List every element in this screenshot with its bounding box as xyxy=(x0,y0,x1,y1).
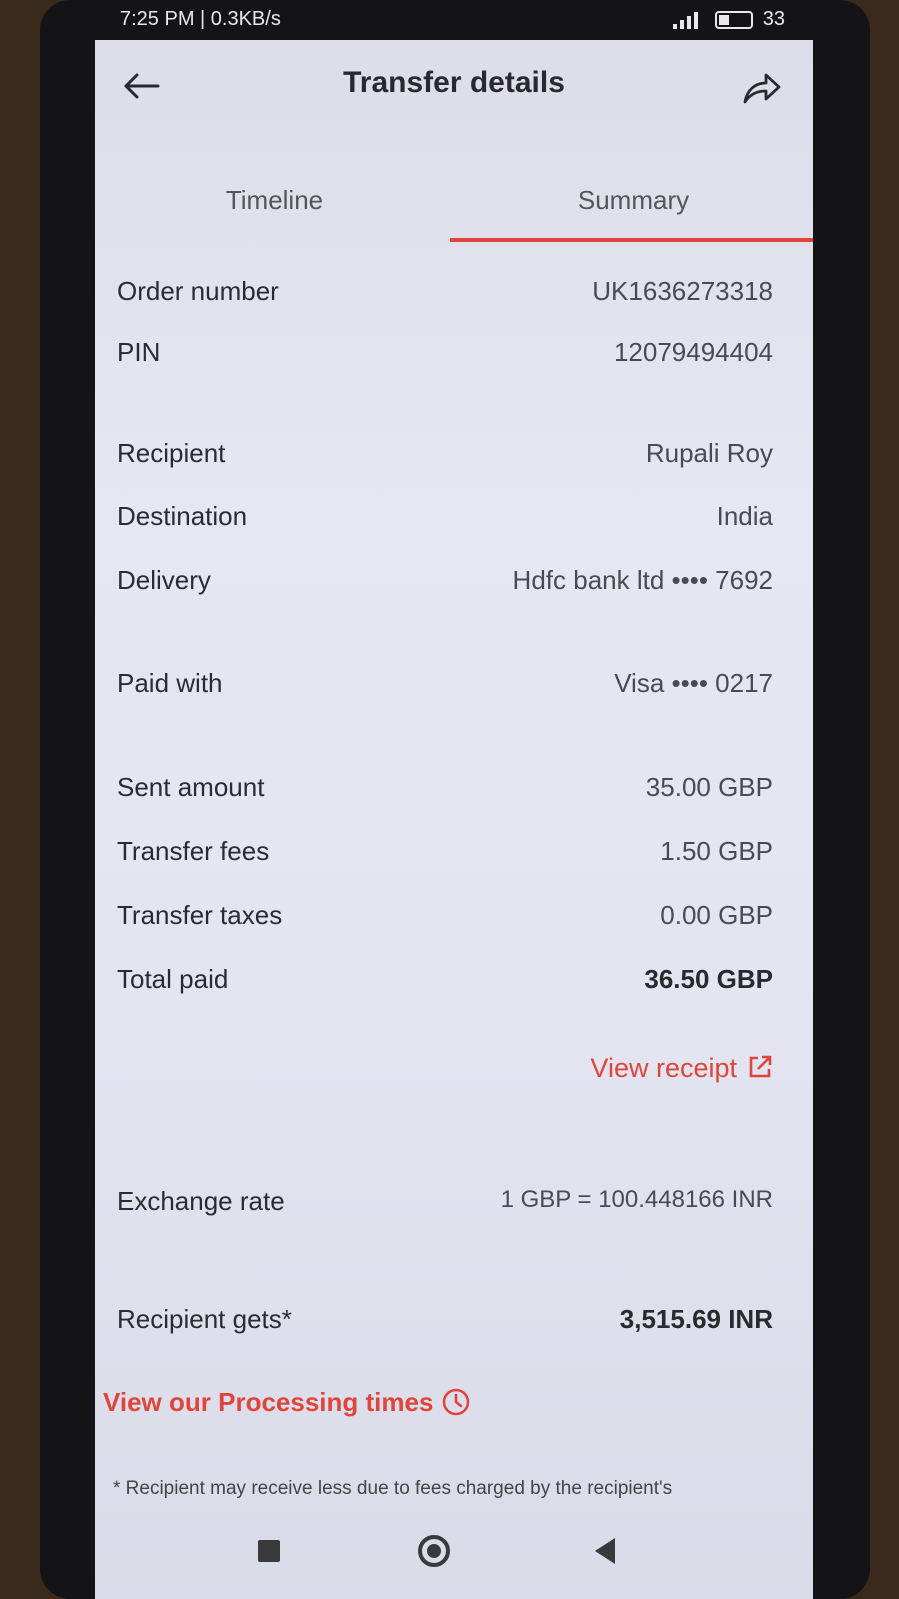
tab-timeline[interactable]: Timeline xyxy=(95,185,454,240)
paid-with-label: Paid with xyxy=(117,668,223,698)
back-triangle-icon[interactable] xyxy=(595,1538,615,1564)
status-bar: 7:25 PM | 0.3KB/s 33 xyxy=(95,0,815,40)
total-paid-label: Total paid xyxy=(117,964,229,994)
exchange-rate-label: Exchange rate xyxy=(117,1186,285,1216)
transfer-fees-label: Transfer fees xyxy=(117,836,270,866)
system-nav-bar xyxy=(95,1518,813,1599)
view-receipt-label: View receipt xyxy=(590,1053,737,1083)
row-exchange-rate: Exchange rate 1 GBP = 100.448166 INR xyxy=(117,1186,773,1226)
row-recipient-gets: Recipient gets* 3,515.69 INR xyxy=(117,1304,773,1344)
delivery-value: Hdfc bank ltd •••• 7692 xyxy=(512,565,773,595)
view-receipt-link[interactable]: View receipt xyxy=(590,1053,773,1084)
tab-summary[interactable]: Summary xyxy=(454,185,813,240)
pin-label: PIN xyxy=(117,337,161,367)
active-tab-indicator xyxy=(450,238,813,242)
total-paid-value: 36.50 GBP xyxy=(644,964,773,994)
page-title: Transfer details xyxy=(343,66,565,99)
battery-icon xyxy=(714,10,753,29)
recents-square-icon[interactable] xyxy=(258,1540,280,1562)
destination-label: Destination xyxy=(117,501,248,531)
transfer-taxes-value: 0.00 GBP xyxy=(660,900,773,930)
signal-icon xyxy=(672,11,698,29)
battery-level: 33 xyxy=(762,8,785,30)
recipient-footnote: * Recipient may receive less due to fees… xyxy=(113,1478,673,1499)
row-transfer-fees: Transfer fees 1.50 GBP xyxy=(117,836,773,876)
destination-value: India xyxy=(716,501,773,531)
recipient-label: Recipient xyxy=(117,438,226,468)
status-left-text: 7:25 PM | 0.3KB/s xyxy=(120,8,281,30)
row-pin: PIN 12079494404 xyxy=(117,337,773,377)
home-circle-icon[interactable] xyxy=(418,1535,450,1567)
clock-icon xyxy=(443,1388,470,1416)
row-destination: Destination India xyxy=(117,501,773,541)
tab-bar: Timeline Summary xyxy=(95,175,813,245)
delivery-label: Delivery xyxy=(117,565,211,595)
paid-with-value: Visa •••• 0217 xyxy=(614,668,773,698)
processing-times-label: View our Processing times xyxy=(103,1387,434,1417)
row-sent-amount: Sent amount 35.00 GBP xyxy=(117,772,773,812)
screen: Transfer details Timeline Summary Order … xyxy=(95,40,813,1599)
row-paid-with: Paid with Visa •••• 0217 xyxy=(117,668,773,708)
pin-value: 12079494404 xyxy=(613,337,773,367)
app-bar: Transfer details xyxy=(95,40,813,130)
transfer-fees-value: 1.50 GBP xyxy=(660,836,773,866)
external-link-icon xyxy=(749,1055,772,1078)
recipient-gets-label: Recipient gets* xyxy=(117,1304,292,1334)
recipient-value: Rupali Roy xyxy=(645,438,773,468)
row-transfer-taxes: Transfer taxes 0.00 GBP xyxy=(117,900,773,940)
sent-amount-value: 35.00 GBP xyxy=(645,772,773,802)
transfer-taxes-label: Transfer taxes xyxy=(117,900,283,930)
order-number-label: Order number xyxy=(117,276,279,306)
row-total-paid: Total paid 36.50 GBP xyxy=(117,964,773,1004)
exchange-rate-value: 1 GBP = 100.448166 INR xyxy=(500,1186,773,1213)
row-recipient: Recipient Rupali Roy xyxy=(117,438,773,478)
processing-times-link[interactable]: View our Processing times xyxy=(103,1387,471,1418)
order-number-value: UK1636273318 xyxy=(592,276,773,306)
recipient-gets-value: 3,515.69 INR xyxy=(619,1304,773,1334)
share-icon[interactable] xyxy=(741,68,783,108)
status-right: 33 xyxy=(671,8,785,31)
sent-amount-label: Sent amount xyxy=(117,772,265,802)
row-delivery: Delivery Hdfc bank ltd •••• 7692 xyxy=(117,565,773,605)
row-order-number: Order number UK1636273318 xyxy=(117,276,773,316)
